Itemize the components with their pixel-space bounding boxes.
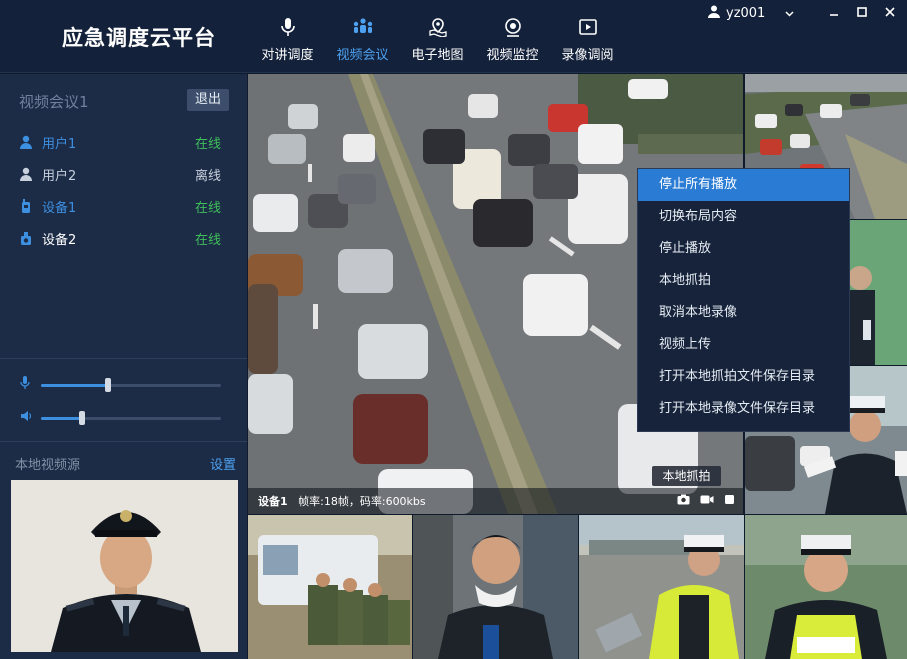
mic-volume-handle[interactable] [105, 377, 111, 392]
nav-label: 对讲调度 [261, 48, 314, 63]
member-status: 在线 [195, 136, 222, 152]
video-tile-7[interactable] [579, 515, 744, 659]
nav-map[interactable]: 电子地图 [400, 0, 475, 73]
microphone-icon [277, 16, 299, 38]
conference-icon [352, 16, 374, 38]
mic-volume-slider[interactable] [41, 377, 221, 392]
member-user-1[interactable]: 用户1 在线 [0, 126, 247, 158]
window-controls [827, 5, 897, 19]
member-list: 用户1 在线 用户2 离线 设备1 在线 设备2 在线 [0, 126, 247, 254]
camera-device-icon [19, 230, 33, 246]
video-tile-5[interactable] [248, 515, 412, 659]
video-tile-6[interactable] [413, 515, 578, 659]
exit-button[interactable]: 退出 [187, 89, 229, 111]
menu-item-stop-all-playback[interactable]: 停止所有播放 [638, 169, 849, 201]
menu-item-switch-layout[interactable]: 切换布局内容 [638, 201, 849, 233]
menu-item-open-snapshot-folder[interactable]: 打开本地抓拍文件保存目录 [638, 361, 849, 393]
context-menu: 停止所有播放 切换布局内容 停止播放 本地抓拍 取消本地录像 视频上传 打开本地… [637, 168, 850, 432]
nav-label: 视频会议 [336, 48, 389, 63]
nav-label: 电子地图 [411, 48, 464, 63]
member-status: 在线 [195, 232, 222, 248]
member-name: 设备1 [42, 200, 77, 216]
camera-icon [502, 16, 524, 38]
maximize-icon[interactable] [855, 5, 869, 19]
speaker-volume-row [20, 410, 230, 426]
username: yz001 [726, 6, 766, 21]
member-name: 用户2 [42, 168, 77, 184]
microphone-icon [20, 376, 30, 394]
speaker-volume-handle[interactable] [79, 410, 85, 425]
chevron-down-icon [785, 6, 794, 21]
caption-stats: 帧率:18帧，码率:600kbs [298, 495, 426, 508]
speaker-volume-slider[interactable] [41, 410, 221, 425]
nav-intercom[interactable]: 对讲调度 [250, 0, 325, 73]
local-video-label: 本地视频源 [15, 458, 81, 473]
speaker-icon [20, 410, 32, 426]
member-status: 在线 [195, 200, 222, 216]
playback-icon [577, 16, 599, 38]
top-bar: 应急调度云平台 对讲调度 视频会议 电子地图 视频监控 录像调阅 yz001 [0, 0, 907, 73]
conference-header: 视频会议1 退出 [0, 74, 247, 126]
snapshot-tooltip: 本地抓拍 [652, 466, 721, 486]
nav-video-monitor[interactable]: 视频监控 [475, 0, 550, 73]
nav-video-conference[interactable]: 视频会议 [325, 0, 400, 73]
snapshot-icon[interactable] [677, 494, 690, 509]
nav-label: 视频监控 [486, 48, 539, 63]
stop-icon[interactable] [724, 494, 735, 509]
user-menu[interactable]: yz001 [708, 5, 794, 22]
menu-item-local-snapshot[interactable]: 本地抓拍 [638, 265, 849, 297]
mic-volume-fill [41, 383, 108, 387]
member-status: 离线 [195, 168, 222, 184]
conference-title: 视频会议1 [19, 93, 89, 111]
caption-device: 设备1 [258, 495, 288, 508]
user-icon [19, 166, 33, 182]
menu-item-video-upload[interactable]: 视频上传 [638, 329, 849, 361]
main-nav: 对讲调度 视频会议 电子地图 视频监控 录像调阅 [250, 0, 625, 73]
app-title: 应急调度云平台 [62, 26, 216, 50]
menu-item-stop-playback[interactable]: 停止播放 [638, 233, 849, 265]
minimize-icon[interactable] [827, 5, 841, 19]
menu-item-open-recording-folder[interactable]: 打开本地录像文件保存目录 [638, 393, 849, 425]
main-tile-caption-text: 设备1 帧率:18帧，码率:600kbs [258, 493, 426, 509]
local-video-preview[interactable] [11, 480, 238, 652]
member-device-2[interactable]: 设备2 在线 [0, 222, 247, 254]
record-icon[interactable] [700, 494, 714, 509]
nav-label: 录像调阅 [561, 48, 614, 63]
speaker-volume-fill [41, 416, 82, 420]
conference-panel: 视频会议1 退出 用户1 在线 用户2 离线 设备1 在线 设备2 在线 本地视… [0, 74, 247, 659]
nav-recording-playback[interactable]: 录像调阅 [550, 0, 625, 73]
main-tile-caption: 设备1 帧率:18帧，码率:600kbs [248, 488, 743, 514]
main-tile-actions [677, 494, 735, 509]
map-icon [427, 16, 449, 38]
close-icon[interactable] [883, 5, 897, 19]
video-tile-8[interactable] [745, 515, 907, 659]
member-name: 设备2 [42, 232, 77, 248]
menu-item-cancel-local-recording[interactable]: 取消本地录像 [638, 297, 849, 329]
user-icon [19, 134, 33, 150]
user-icon [708, 5, 720, 22]
radio-device-icon [19, 198, 33, 214]
divider [0, 358, 247, 359]
local-video-settings-link[interactable]: 设置 [210, 454, 236, 473]
member-user-2[interactable]: 用户2 离线 [0, 158, 247, 190]
member-name: 用户1 [42, 136, 77, 152]
divider [0, 441, 247, 442]
mic-volume-row [20, 376, 230, 394]
member-device-1[interactable]: 设备1 在线 [0, 190, 247, 222]
